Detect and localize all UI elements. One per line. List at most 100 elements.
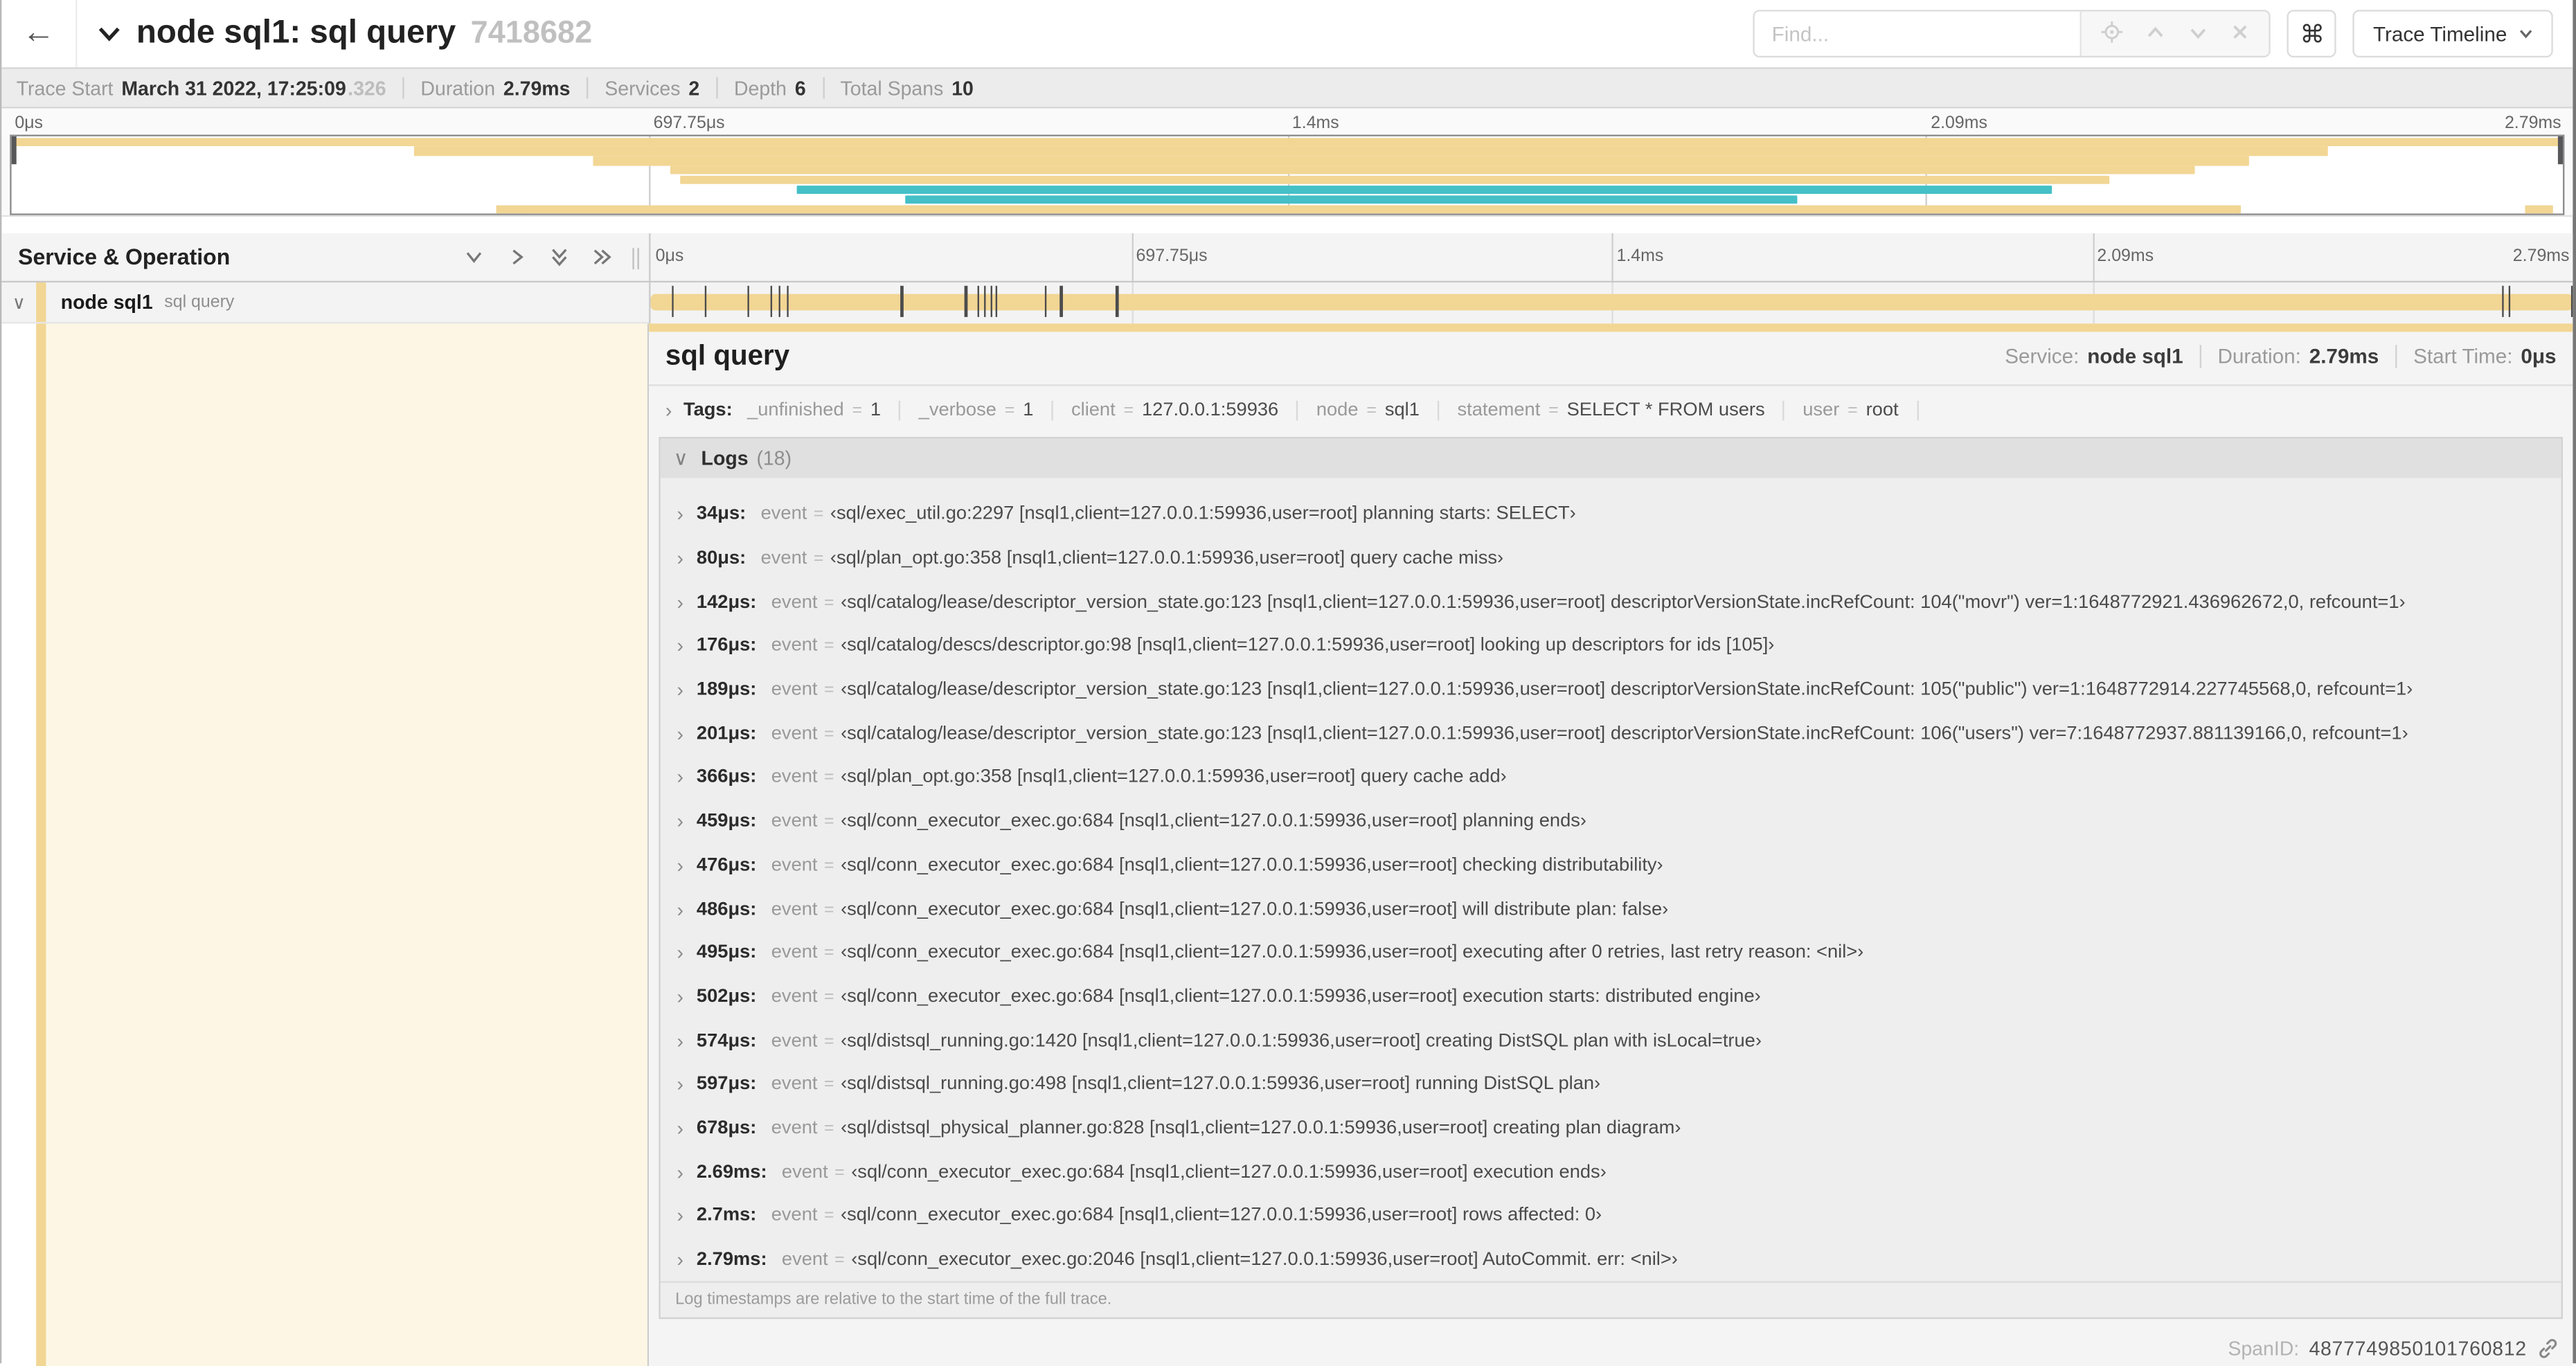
log-timestamp: 34μs: bbox=[696, 505, 746, 525]
minimap-canvas[interactable] bbox=[10, 134, 2565, 215]
log-marker-tick[interactable] bbox=[901, 285, 904, 317]
log-marker-tick[interactable] bbox=[787, 285, 789, 317]
span-detail-header[interactable]: sql query Service: node sql1 Duration: 2… bbox=[649, 332, 2573, 386]
chevron-right-icon[interactable]: › bbox=[677, 1205, 683, 1228]
span-bar-cell[interactable] bbox=[649, 282, 2573, 324]
chevron-right-icon[interactable]: › bbox=[677, 985, 683, 1008]
chevron-right-icon[interactable]: › bbox=[677, 942, 683, 964]
log-marker-tick[interactable] bbox=[1044, 285, 1046, 317]
span-duration-bar[interactable] bbox=[650, 294, 2573, 311]
tag-item[interactable]: _verbose = 1 bbox=[901, 400, 1053, 421]
log-timestamp: 2.7ms: bbox=[696, 1206, 757, 1226]
tag-key: node bbox=[1316, 400, 1359, 421]
log-row[interactable]: › 176μs: event = ‹sql/catalog/descs/descript… bbox=[661, 624, 2561, 668]
tags-row[interactable]: › Tags: _unfinished = 1 _verbose = 1 client = 12… bbox=[649, 386, 2573, 434]
chevron-right-icon[interactable]: › bbox=[677, 722, 683, 745]
summary-label: Duration bbox=[420, 76, 496, 100]
ruler-tick-label: 697.75μs bbox=[653, 113, 725, 134]
chevron-right-icon[interactable]: › bbox=[665, 399, 672, 422]
log-event-key: event bbox=[771, 592, 818, 613]
log-marker-tick[interactable] bbox=[976, 285, 979, 317]
log-row[interactable]: › 80μs: event = ‹sql/plan_opt.go:358 [nsql1,… bbox=[661, 537, 2561, 580]
tag-item[interactable]: _unfinished = 1 bbox=[747, 400, 901, 421]
log-marker-tick[interactable] bbox=[672, 285, 674, 317]
log-marker-tick[interactable] bbox=[2509, 285, 2512, 317]
span-row-name-cell[interactable]: ∨ node sql1 sql query bbox=[1, 282, 650, 324]
log-row[interactable]: › 34μs: event = ‹sql/exec_util.go:2297 [nsql… bbox=[661, 493, 2561, 537]
logs-header[interactable]: ∨ Logs (18) bbox=[660, 438, 2561, 478]
tag-item[interactable]: statement = SELECT * FROM users bbox=[1439, 400, 1785, 421]
log-row[interactable]: › 495μs: event = ‹sql/conn_executor_exec.go:… bbox=[661, 931, 2561, 975]
log-row[interactable]: › 476μs: event = ‹sql/conn_executor_exec.go:… bbox=[661, 843, 2561, 887]
chevron-right-icon[interactable]: › bbox=[677, 635, 683, 658]
find-input[interactable] bbox=[1755, 11, 2081, 56]
logs-count: (18) bbox=[756, 447, 792, 470]
expand-all-icon[interactable] bbox=[591, 246, 613, 268]
chevron-right-icon[interactable]: › bbox=[677, 766, 683, 789]
collapse-all-icon[interactable] bbox=[548, 246, 570, 268]
log-row[interactable]: › 201μs: event = ‹sql/catalog/lease/descript… bbox=[661, 712, 2561, 755]
chevron-right-icon[interactable]: › bbox=[677, 1161, 683, 1184]
chevron-right-icon[interactable]: › bbox=[677, 591, 683, 613]
log-marker-tick[interactable] bbox=[983, 285, 986, 317]
log-row[interactable]: › 459μs: event = ‹sql/conn_executor_exec.go:… bbox=[661, 800, 2561, 843]
chevron-down-icon[interactable] bbox=[97, 21, 122, 46]
next-result-icon[interactable] bbox=[2189, 22, 2208, 45]
log-row[interactable]: › 366μs: event = ‹sql/plan_opt.go:358 [nsql1… bbox=[661, 756, 2561, 800]
log-marker-tick[interactable] bbox=[994, 285, 997, 317]
log-row[interactable]: › 502μs: event = ‹sql/conn_executor_exec.go:… bbox=[661, 975, 2561, 1018]
minimap-left-handle[interactable] bbox=[11, 136, 17, 165]
logs-list: › 34μs: event = ‹sql/exec_util.go:2297 [nsql… bbox=[661, 478, 2561, 1282]
detail-row: sql query Service: node sql1 Duration: 2… bbox=[1, 323, 2573, 1366]
chevron-right-icon[interactable]: › bbox=[677, 503, 683, 526]
chevron-right-icon[interactable]: › bbox=[677, 1248, 683, 1271]
equals-sign: = bbox=[824, 1075, 834, 1095]
chevron-right-icon[interactable]: › bbox=[677, 898, 683, 921]
log-row[interactable]: › 142μs: event = ‹sql/catalog/lease/descript… bbox=[661, 580, 2561, 624]
clear-find-icon[interactable] bbox=[2232, 23, 2250, 44]
chevron-right-icon[interactable]: › bbox=[677, 1117, 683, 1140]
back-button[interactable]: ← bbox=[1, 0, 78, 68]
keyboard-shortcuts-button[interactable]: ⌘ bbox=[2287, 10, 2337, 58]
log-row[interactable]: › 2.69ms: event = ‹sql/conn_executor_exec.go… bbox=[661, 1150, 2561, 1194]
log-row[interactable]: › 597μs: event = ‹sql/distsql_running.go:498… bbox=[661, 1063, 2561, 1106]
log-row[interactable]: › 2.79ms: event = ‹sql/conn_executor_exec.go… bbox=[661, 1238, 2561, 1282]
column-resizer-handle[interactable] bbox=[632, 248, 645, 270]
tag-item[interactable]: node = sql1 bbox=[1298, 400, 1440, 421]
log-row[interactable]: › 189μs: event = ‹sql/catalog/lease/descript… bbox=[661, 668, 2561, 712]
copy-link-icon[interactable] bbox=[2537, 1338, 2559, 1360]
log-marker-tick[interactable] bbox=[746, 285, 749, 317]
minimap-right-handle[interactable] bbox=[2557, 136, 2564, 165]
chevron-right-icon[interactable]: › bbox=[677, 678, 683, 701]
chevron-right-icon[interactable]: › bbox=[677, 810, 683, 833]
log-row[interactable]: › 486μs: event = ‹sql/conn_executor_exec.go:… bbox=[661, 888, 2561, 931]
chevron-right-icon[interactable]: › bbox=[677, 854, 683, 877]
log-row[interactable]: › 678μs: event = ‹sql/distsql_physical_plann… bbox=[661, 1106, 2561, 1150]
log-marker-tick[interactable] bbox=[1116, 285, 1118, 317]
collapse-one-icon[interactable] bbox=[463, 246, 485, 268]
trace-timeline-dropdown[interactable]: Trace Timeline bbox=[2353, 10, 2553, 58]
expand-one-icon[interactable] bbox=[506, 246, 528, 268]
tag-value: 1 bbox=[1023, 400, 1034, 421]
log-marker-tick[interactable] bbox=[990, 285, 992, 317]
log-marker-tick[interactable] bbox=[779, 285, 781, 317]
tag-item[interactable]: user = root bbox=[1785, 400, 1919, 421]
prev-result-icon[interactable] bbox=[2147, 22, 2166, 45]
tag-item[interactable]: client = 127.0.0.1:59936 bbox=[1053, 400, 1298, 421]
chevron-right-icon[interactable]: › bbox=[677, 1073, 683, 1096]
log-marker-tick[interactable] bbox=[704, 285, 706, 317]
equals-sign: = bbox=[813, 548, 824, 568]
log-timestamp: 2.69ms: bbox=[696, 1162, 767, 1183]
chevron-right-icon[interactable]: › bbox=[677, 547, 683, 570]
log-marker-tick[interactable] bbox=[1060, 285, 1062, 317]
focus-target-icon[interactable] bbox=[2102, 21, 2124, 46]
log-marker-tick[interactable] bbox=[965, 285, 967, 317]
log-marker-tick[interactable] bbox=[770, 285, 773, 317]
log-marker-tick[interactable] bbox=[2570, 285, 2573, 317]
log-row[interactable]: › 574μs: event = ‹sql/distsql_running.go:142… bbox=[661, 1019, 2561, 1063]
chevron-down-icon[interactable]: ∨ bbox=[1, 291, 36, 312]
log-row[interactable]: › 2.7ms: event = ‹sql/conn_executor_exec.go:… bbox=[661, 1194, 2561, 1238]
span-row[interactable]: ∨ node sql1 sql query bbox=[1, 282, 2573, 324]
chevron-right-icon[interactable]: › bbox=[677, 1030, 683, 1052]
log-marker-tick[interactable] bbox=[2502, 285, 2505, 317]
